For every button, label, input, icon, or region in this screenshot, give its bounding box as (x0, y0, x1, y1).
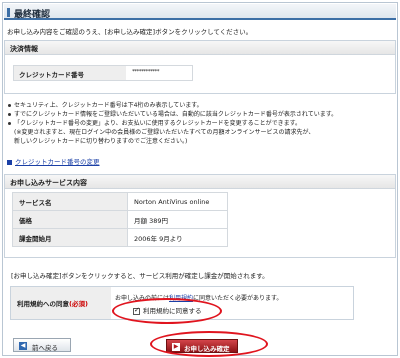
note-item: セキュリティ上、クレジットカード番号は下4桁のみ表示しています。 (7, 101, 393, 110)
agreement-message-post: に同意いただく必要があります。 (193, 295, 283, 302)
title-marker (7, 8, 10, 17)
note-sub: (※変更されますと、現在ログイン中の会員様のご登録いただいたすべての月額オンライ… (14, 129, 315, 136)
service-section-header: お申し込みサービス内容 (5, 175, 395, 189)
table-row: 価格 月額 389円 (12, 210, 228, 229)
service-name-label: サービス名 (12, 192, 128, 211)
page-title: 最終確認 (14, 10, 51, 20)
page-title-bar: 最終確認 (4, 4, 396, 20)
billing-start-value: 2006年 9月より (127, 228, 228, 247)
note-sub: 新しいクレジットカードに切り替わりますのでご注意ください。) (14, 138, 188, 145)
table-row: サービス名 Norton AntiVirus online (12, 192, 228, 211)
link-arrow-icon (7, 159, 12, 165)
billing-start-label: 課金開始月 (12, 228, 128, 247)
intro-text: お申し込み内容をご確認のうえ、[お申し込み確定]ボタンをクリックしてください。 (7, 28, 253, 36)
payment-notes: セキュリティ上、クレジットカード番号は下4桁のみ表示しています。 すでにクレジッ… (7, 101, 393, 146)
agreement-label-text: 利用規約への同意 (17, 300, 69, 308)
note-item: すでにクレジットカード情報をご登録いただいている場合は、自動的に該当クレジットカ… (7, 110, 393, 119)
required-badge: (必須) (69, 300, 88, 308)
change-card-link-text[interactable]: クレジットカード番号の変更 (15, 158, 100, 166)
service-section-title: お申し込みサービス内容 (10, 179, 87, 187)
payment-section: 決済情報 クレジットカード番号 ************ (4, 40, 396, 94)
note-item: 「クレジットカード番号の変更」より、お支払いに使用するクレジットカードを変更する… (7, 119, 393, 128)
price-label: 価格 (12, 210, 128, 229)
back-button[interactable]: ◀ 前へ戻る (13, 338, 71, 352)
agreement-label: 利用規約への同意(必須) (11, 287, 111, 319)
table-row: 課金開始月 2006年 9月より (12, 228, 228, 247)
back-button-label[interactable]: 前へ戻る (32, 342, 58, 352)
price-value: 月額 389円 (127, 210, 228, 229)
back-arrow-icon: ◀ (19, 342, 27, 350)
payment-section-header: 決済情報 (5, 41, 395, 55)
highlight-circle-apply (150, 331, 268, 357)
card-number-label: クレジットカード番号 (14, 66, 126, 80)
service-name-value: Norton AntiVirus online (127, 192, 228, 211)
card-number-row: クレジットカード番号 ************ (13, 65, 193, 81)
payment-section-title: 決済情報 (10, 45, 38, 53)
highlight-circle-checkbox (112, 298, 222, 324)
card-number-value: ************ (132, 69, 160, 75)
change-card-link[interactable]: クレジットカード番号の変更 (7, 156, 100, 166)
service-table: サービス名 Norton AntiVirus online 価格 月額 389円… (12, 192, 228, 247)
confirm-note: [お申し込み確定]ボタンをクリックすると、サービス利用が確定し課金が開始されます… (11, 272, 269, 280)
